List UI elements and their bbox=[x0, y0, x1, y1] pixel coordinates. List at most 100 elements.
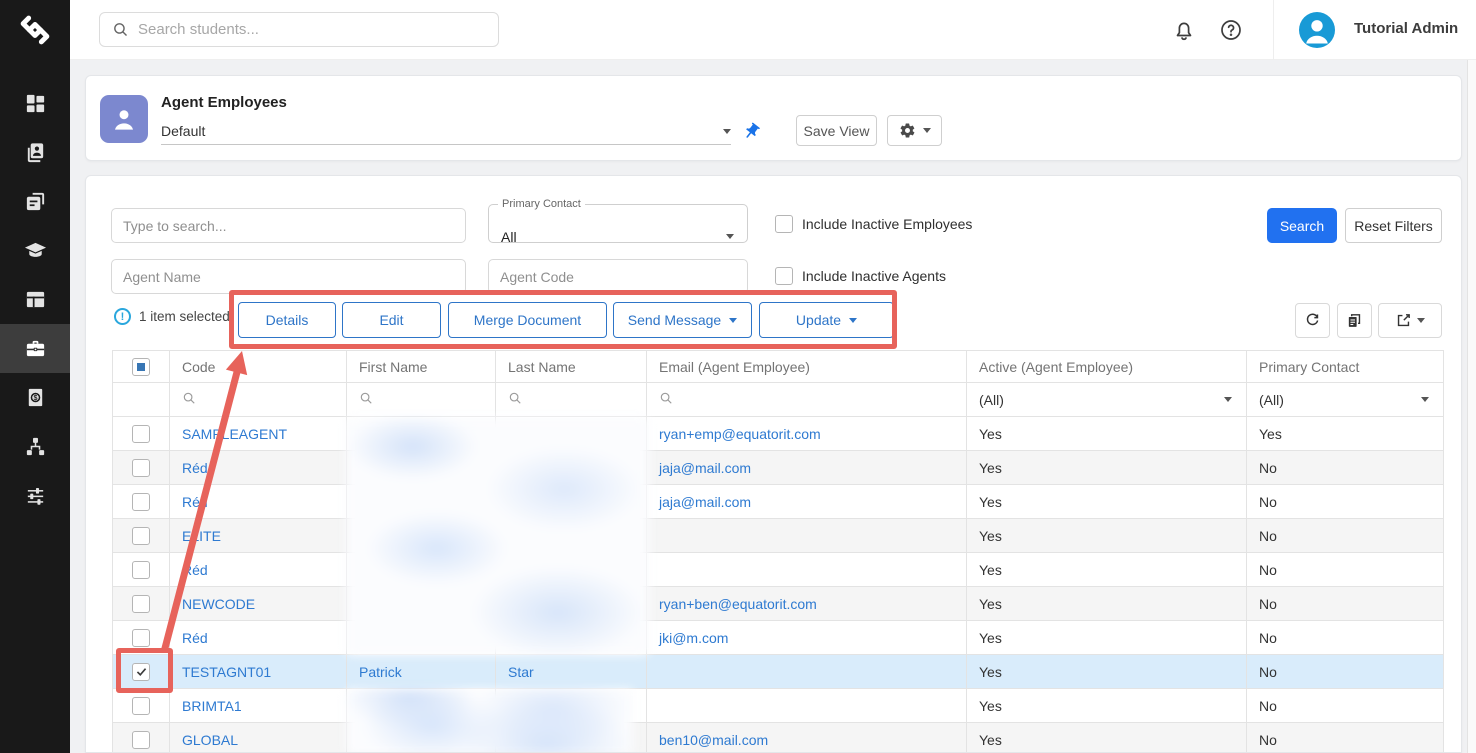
documents-icon[interactable] bbox=[0, 177, 70, 226]
view-settings-button[interactable] bbox=[887, 115, 942, 146]
table-row[interactable]: BRIMTA1 Yes No bbox=[113, 689, 1444, 723]
row-checkbox[interactable] bbox=[132, 459, 150, 477]
primary-contact-cell: No bbox=[1247, 689, 1444, 723]
user-avatar[interactable] bbox=[1299, 12, 1335, 48]
grid-search-input[interactable] bbox=[111, 208, 466, 243]
include-inactive-agents-checkbox[interactable] bbox=[775, 267, 793, 285]
education-icon[interactable] bbox=[0, 226, 70, 275]
table-row[interactable]: Réd jaja@mail.com Yes No bbox=[113, 451, 1444, 485]
active-filter-select[interactable]: (All) bbox=[967, 383, 1247, 417]
app-logo-icon[interactable] bbox=[0, 0, 70, 60]
details-button[interactable]: Details bbox=[238, 302, 336, 338]
row-checkbox[interactable] bbox=[132, 595, 150, 613]
code-link[interactable]: GLOBAL bbox=[182, 732, 238, 748]
table-row[interactable]: Réd Yes No bbox=[113, 553, 1444, 587]
user-name[interactable]: Tutorial Admin bbox=[1354, 20, 1458, 37]
code-filter-cell[interactable] bbox=[170, 383, 347, 417]
agent-employees-icon bbox=[100, 95, 148, 143]
send-message-button[interactable]: Send Message bbox=[613, 302, 752, 338]
code-link[interactable]: Réd bbox=[182, 562, 208, 578]
table-row-selected[interactable]: TESTAGNT01 Patrick Star Yes No bbox=[113, 655, 1444, 689]
pin-view-icon[interactable] bbox=[738, 118, 764, 144]
search-button[interactable]: Search bbox=[1267, 208, 1337, 243]
global-search[interactable] bbox=[99, 12, 499, 47]
col-header-primary-contact[interactable]: Primary Contact bbox=[1247, 351, 1444, 383]
row-checkbox[interactable] bbox=[132, 493, 150, 511]
table-row[interactable]: Réd jaja@mail.com Yes No bbox=[113, 485, 1444, 519]
code-link[interactable]: Réd bbox=[182, 630, 208, 646]
merge-document-button[interactable]: Merge Document bbox=[448, 302, 607, 338]
page-scrollbar[interactable] bbox=[1467, 60, 1476, 753]
code-link[interactable]: Réd bbox=[182, 460, 208, 476]
email-filter-cell[interactable] bbox=[647, 383, 967, 417]
email-link[interactable]: jaja@mail.com bbox=[659, 460, 751, 476]
row-checkbox[interactable] bbox=[132, 527, 150, 545]
billing-icon[interactable]: $ bbox=[0, 373, 70, 422]
active-cell: Yes bbox=[967, 417, 1247, 451]
col-header-active[interactable]: Active (Agent Employee) bbox=[967, 351, 1247, 383]
app-window: $ Tutorial Admin bbox=[0, 0, 1476, 753]
email-link[interactable]: ben10@mail.com bbox=[659, 732, 768, 748]
primary-contact-select[interactable]: Primary Contact All bbox=[488, 198, 748, 243]
row-checkbox[interactable] bbox=[132, 561, 150, 579]
export-button[interactable] bbox=[1378, 303, 1442, 338]
code-link[interactable]: NEWCODE bbox=[182, 596, 255, 612]
agent-name-input[interactable] bbox=[111, 259, 466, 294]
reset-filters-button[interactable]: Reset Filters bbox=[1345, 208, 1442, 243]
row-checkbox[interactable] bbox=[132, 425, 150, 443]
network-icon[interactable] bbox=[0, 422, 70, 471]
primary-contact-cell: No bbox=[1247, 519, 1444, 553]
active-cell: Yes bbox=[967, 655, 1247, 689]
row-checkbox[interactable] bbox=[132, 731, 150, 749]
code-link[interactable]: TESTAGNT01 bbox=[182, 664, 271, 680]
filter-row: (All) (All) bbox=[113, 383, 1444, 417]
layout-icon[interactable] bbox=[0, 275, 70, 324]
dashboard-icon[interactable] bbox=[0, 79, 70, 128]
help-icon[interactable] bbox=[1219, 18, 1243, 42]
notifications-bell-icon[interactable] bbox=[1172, 18, 1196, 42]
row-checkbox[interactable] bbox=[132, 629, 150, 647]
primary-filter-select[interactable]: (All) bbox=[1247, 383, 1444, 417]
gear-icon bbox=[899, 122, 916, 139]
last-name-filter-cell[interactable] bbox=[496, 383, 647, 417]
view-selector[interactable]: Default bbox=[161, 118, 731, 145]
briefcase-icon-active[interactable] bbox=[0, 324, 70, 373]
row-checkbox-checked[interactable] bbox=[132, 663, 150, 681]
primary-contact-cell: No bbox=[1247, 451, 1444, 485]
save-view-button[interactable]: Save View bbox=[796, 115, 877, 146]
agent-employees-table: Code First Name Last Name Email (Agent E… bbox=[112, 350, 1444, 753]
table-row[interactable]: SAMPLEAGENT ryan+emp@equatorit.com Yes Y… bbox=[113, 417, 1444, 451]
global-search-input[interactable] bbox=[138, 21, 486, 38]
code-link[interactable]: Réd bbox=[182, 494, 208, 510]
edit-button[interactable]: Edit bbox=[342, 302, 441, 338]
email-link[interactable]: ryan+emp@equatorit.com bbox=[659, 426, 821, 442]
settings-sliders-icon[interactable] bbox=[0, 471, 70, 520]
active-cell: Yes bbox=[967, 519, 1247, 553]
col-header-code[interactable]: Code bbox=[170, 351, 347, 383]
first-name-link[interactable]: Patrick bbox=[359, 664, 402, 680]
table-row[interactable]: GLOBAL ben10@mail.com Yes No bbox=[113, 723, 1444, 753]
col-header-last-name[interactable]: Last Name bbox=[496, 351, 647, 383]
email-link[interactable]: jki@m.com bbox=[659, 630, 728, 646]
table-row[interactable]: Réd jki@m.com Yes No bbox=[113, 621, 1444, 655]
code-link[interactable]: BRIMTA1 bbox=[182, 698, 242, 714]
email-link[interactable]: jaja@mail.com bbox=[659, 494, 751, 510]
email-link[interactable]: ryan+ben@equatorit.com bbox=[659, 596, 817, 612]
contacts-icon[interactable] bbox=[0, 128, 70, 177]
col-header-email[interactable]: Email (Agent Employee) bbox=[647, 351, 967, 383]
last-name-link[interactable]: Star bbox=[508, 664, 534, 680]
refresh-button[interactable] bbox=[1295, 303, 1330, 338]
first-name-filter-cell[interactable] bbox=[347, 383, 496, 417]
include-inactive-employees-checkbox[interactable] bbox=[775, 215, 793, 233]
code-link[interactable]: ELITE bbox=[182, 528, 221, 544]
table-row[interactable]: NEWCODE ryan+ben@equatorit.com Yes No bbox=[113, 587, 1444, 621]
column-chooser-button[interactable] bbox=[1337, 303, 1372, 338]
col-header-first-name[interactable]: First Name bbox=[347, 351, 496, 383]
agent-code-input[interactable] bbox=[488, 259, 748, 294]
select-all-checkbox[interactable] bbox=[132, 358, 150, 376]
row-checkbox[interactable] bbox=[132, 697, 150, 715]
active-cell: Yes bbox=[967, 689, 1247, 723]
code-link[interactable]: SAMPLEAGENT bbox=[182, 426, 287, 442]
table-row[interactable]: ELITE Yes No bbox=[113, 519, 1444, 553]
update-button[interactable]: Update bbox=[759, 302, 894, 338]
